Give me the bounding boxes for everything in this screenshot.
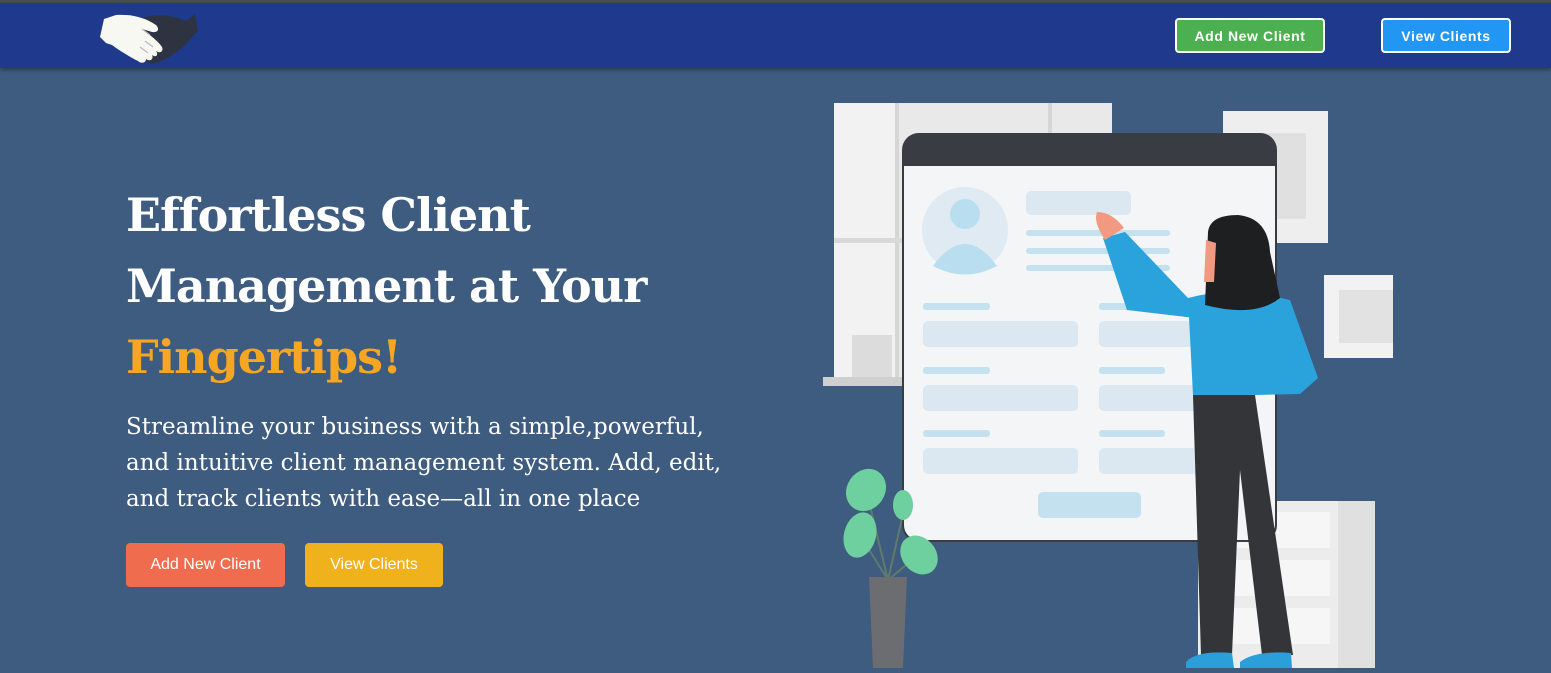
nav-add-client-button[interactable]: Add New Client — [1175, 18, 1325, 53]
hero-view-clients-button[interactable]: View Clients — [305, 543, 443, 587]
hero-subtitle: Streamline your business with a simple,p… — [126, 414, 722, 512]
hero-title: Effortless Client Management at Your Fin… — [126, 180, 746, 393]
hero-add-client-button[interactable]: Add New Client — [126, 543, 285, 587]
hero-title-line1: Effortless Client — [126, 188, 531, 242]
navbar: Add New Client View Clients — [0, 3, 1551, 68]
hero-illustration — [810, 95, 1410, 668]
hero-title-accent: Fingertips! — [126, 330, 402, 384]
hero-title-line2: Management at Your — [126, 259, 647, 313]
handshake-icon[interactable] — [100, 7, 200, 67]
nav-view-clients-button[interactable]: View Clients — [1381, 18, 1511, 53]
